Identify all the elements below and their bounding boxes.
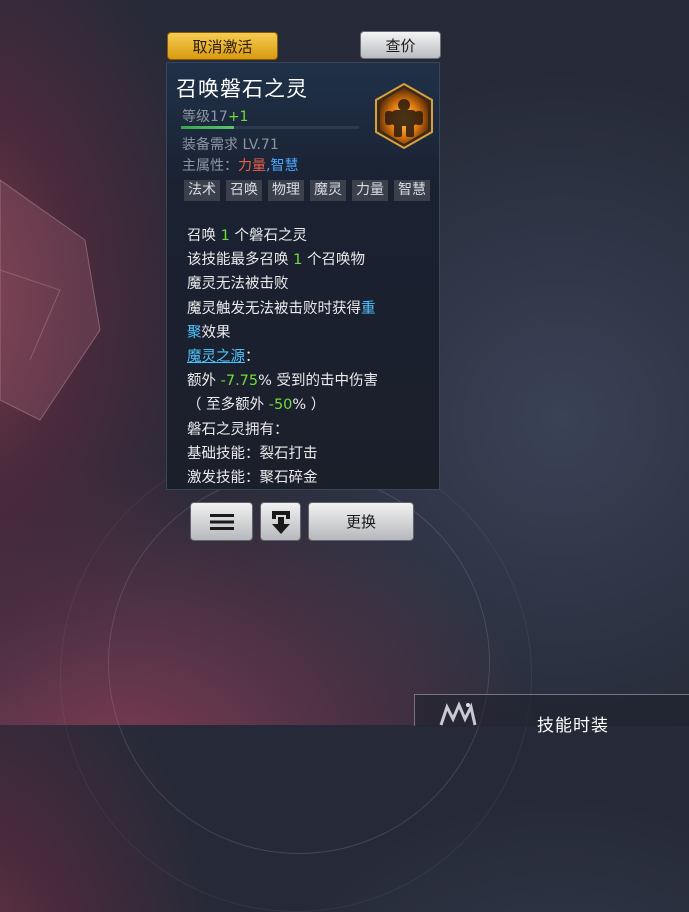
desc-line: 魔灵之源：: [187, 349, 260, 366]
skill-tag: 智慧: [394, 180, 430, 201]
desc-line: 魔灵触发无法被击败时获得重: [187, 300, 376, 317]
desc-line: 魔灵无法被击败: [187, 276, 289, 293]
skill-tag: 法术: [184, 180, 220, 201]
desc-line: 召唤 1 个磐石之灵: [187, 228, 307, 244]
change-skill-button[interactable]: 更换: [308, 502, 414, 541]
skill-description: 召唤 1 个磐石之灵 该技能最多召唤 1 个召唤物 魔灵无法被击败 魔灵触发无法…: [187, 224, 432, 490]
level-progress-bar: [181, 126, 359, 129]
desc-line: 基础技能：裂石打击: [187, 445, 318, 462]
skill-fashion-label: 技能时装: [537, 716, 609, 736]
skill-level: 等级17+1: [182, 109, 249, 125]
desc-line: （ 至多额外 -50% ）: [187, 397, 326, 414]
equip-down-icon: [271, 510, 290, 534]
skill-name: 召唤磐石之灵: [176, 77, 308, 101]
skill-fashion-icon: [439, 701, 477, 726]
desc-line: 激发技能：聚石碎金: [187, 470, 318, 487]
equip-requirement: 装备需求 LV.71: [182, 137, 279, 153]
check-price-button[interactable]: 查价: [360, 31, 441, 59]
desc-line: 聚效果: [187, 324, 231, 341]
skill-tag: 魔灵: [310, 180, 346, 201]
background-crystal-shard: [0, 179, 101, 421]
rock-spirit-icon[interactable]: [373, 82, 435, 150]
skill-tag: 召唤: [226, 180, 262, 201]
desc-line: 磐石之灵拥有：: [187, 421, 289, 438]
level-progress-fill: [181, 126, 235, 129]
skill-tag: 物理: [268, 180, 304, 201]
desc-line: 额外 -7.75% 受到的击中伤害: [187, 373, 379, 390]
desc-line: 该技能最多召唤 1 个召唤物: [187, 252, 365, 269]
equip-down-button[interactable]: [260, 502, 301, 541]
menu-button[interactable]: [190, 502, 253, 541]
skill-tag: 力量: [352, 180, 388, 201]
level-bonus: +1: [227, 109, 249, 125]
main-attribute: 主属性：力量,智慧: [182, 158, 299, 174]
skill-tags: 法术 召唤 物理 魔灵 力量 智慧: [184, 180, 436, 201]
menu-icon: [209, 513, 234, 530]
skill-fashion-panel[interactable]: 技能时装: [414, 694, 689, 736]
skill-tooltip-card: 召唤磐石之灵 等级17+1 装备需求 LV.71 主属性：力量,智慧 法术 召唤…: [166, 62, 440, 490]
cancel-activation-button[interactable]: 取消激活: [167, 32, 278, 60]
keyword-link[interactable]: 魔灵之源: [187, 349, 245, 365]
